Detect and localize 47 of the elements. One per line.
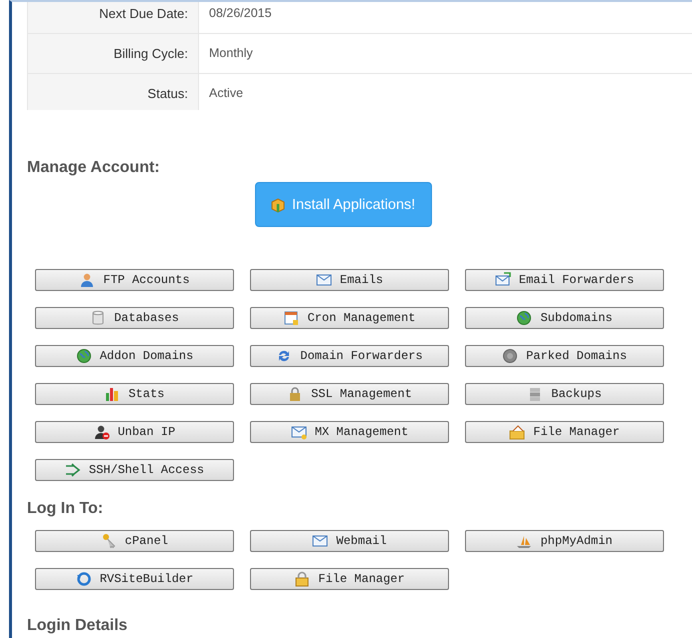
field-label: Status: — [28, 74, 199, 110]
field-label: Next Due Date: — [28, 2, 199, 33]
field-value: 08/26/2015 — [208, 5, 273, 22]
section-heading: Login Details — [27, 617, 128, 635]
envelope-icon — [290, 424, 307, 440]
envelope-icon — [312, 533, 328, 549]
calendar-icon — [283, 310, 300, 326]
tool-button[interactable]: Addon Domains — [35, 345, 234, 367]
tool-button[interactable]: MX Management — [250, 421, 449, 443]
tool-button[interactable]: Stats — [35, 383, 234, 405]
house-folder-icon — [509, 424, 526, 440]
envelope-icon — [494, 272, 511, 288]
section-heading: Manage Account: — [27, 159, 161, 177]
tool-button[interactable]: RVSiteBuilder — [35, 568, 234, 590]
tool-button[interactable]: SSL Management — [250, 383, 449, 405]
tool-button[interactable]: Emails — [250, 269, 449, 291]
field-value: Active — [208, 85, 244, 102]
field-label: Billing Cycle: — [28, 34, 199, 73]
person-icon — [94, 424, 110, 440]
key-icon — [100, 533, 117, 549]
tool-button[interactable]: Email Forwarders — [465, 269, 664, 291]
globe-icon — [76, 348, 92, 364]
tool-button[interactable]: FTP Accounts — [35, 269, 234, 291]
lock-icon — [294, 571, 310, 587]
globe-icon — [516, 310, 532, 326]
tool-button[interactable]: File Manager — [465, 421, 664, 443]
section-heading: Log In To: — [27, 500, 104, 518]
database-icon — [90, 310, 106, 326]
tool-button[interactable]: SSH/Shell Access — [35, 459, 234, 481]
tool-button[interactable]: Subdomains — [465, 307, 664, 329]
tool-button[interactable]: Parked Domains — [465, 345, 664, 367]
field-value: Monthly — [208, 45, 254, 62]
arrows-icon — [64, 462, 81, 478]
package-icon — [270, 196, 286, 212]
person-icon — [79, 272, 96, 288]
tool-button[interactable]: phpMyAdmin — [465, 530, 664, 552]
disc-icon — [502, 348, 518, 364]
tool-button[interactable]: Domain Forwarders — [250, 345, 449, 367]
tool-button[interactable]: Webmail — [250, 530, 449, 552]
bar-chart-icon — [104, 386, 120, 402]
tool-button[interactable]: Databases — [35, 307, 234, 329]
tool-button[interactable]: cPanel — [35, 530, 234, 552]
tool-button[interactable]: Unban IP — [35, 421, 234, 443]
tool-button[interactable]: File Manager — [250, 568, 449, 590]
tool-button[interactable]: Backups — [465, 383, 664, 405]
envelope-icon — [316, 272, 332, 288]
tool-button[interactable]: Cron Management — [250, 307, 449, 329]
